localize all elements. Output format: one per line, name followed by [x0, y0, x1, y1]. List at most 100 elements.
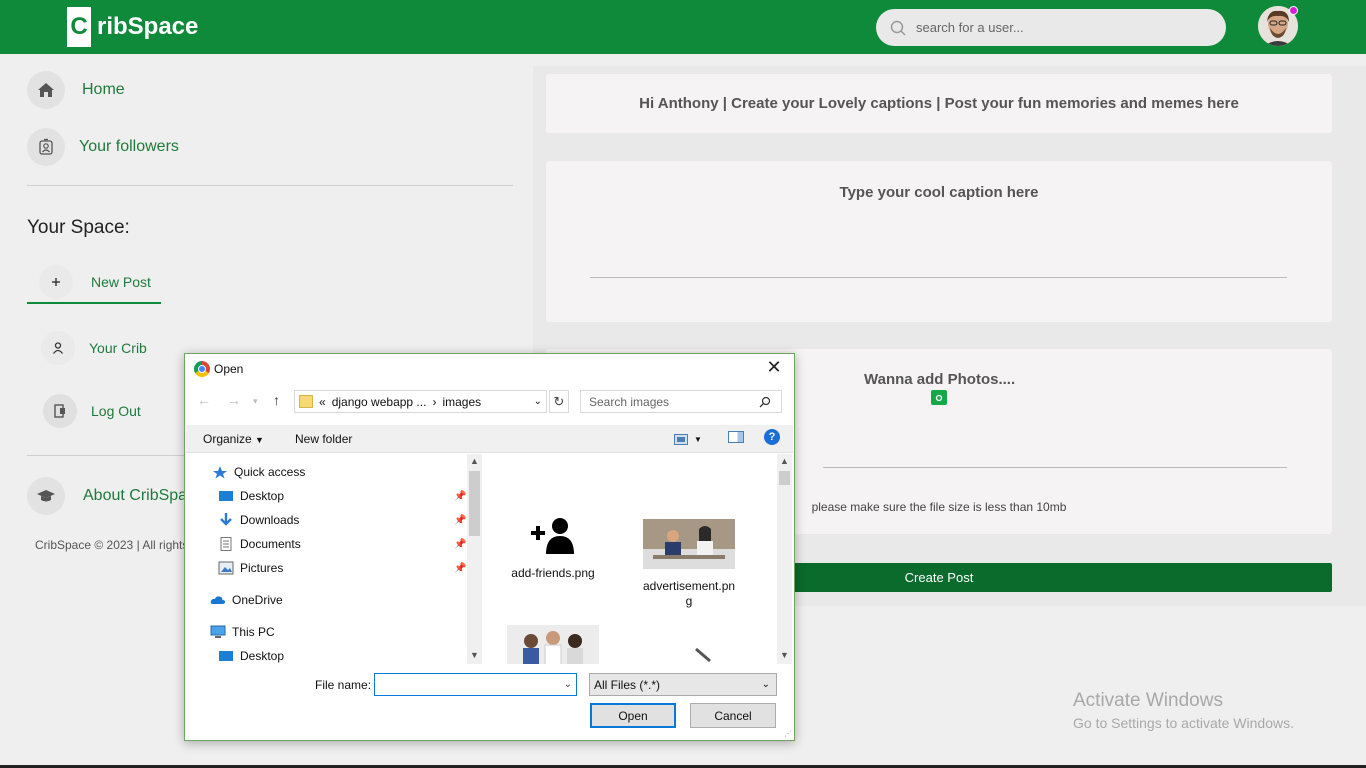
scroll-up-icon[interactable]: ▲	[780, 456, 789, 466]
file-type-select[interactable]: All Files (*.*) ⌄	[589, 673, 777, 696]
scroll-down-icon[interactable]: ▼	[470, 650, 479, 660]
scrollbar-thumb[interactable]	[779, 471, 790, 485]
path-separator: ›	[432, 394, 437, 409]
download-icon	[220, 513, 232, 526]
chevron-down-icon[interactable]: ⌄	[534, 396, 542, 407]
dialog-toolbar: Organize ▼ New folder ▼ ?	[186, 425, 793, 453]
tree-item-this-pc[interactable]: This PC	[210, 625, 275, 639]
close-icon[interactable]: ✕	[764, 357, 784, 378]
new-folder-button[interactable]: New folder	[295, 432, 352, 446]
dialog-title: Open	[214, 362, 244, 376]
sidebar-item-log-out[interactable]: Log Out	[43, 394, 141, 428]
chrome-icon	[194, 361, 210, 377]
tree-item-onedrive[interactable]: OneDrive	[210, 593, 283, 607]
scrollbar-thumb[interactable]	[469, 471, 480, 536]
tree-label: This PC	[232, 625, 275, 639]
tree-label: Desktop	[240, 489, 285, 503]
pin-icon[interactable]: 📌	[454, 491, 466, 502]
pin-icon[interactable]: 📌	[454, 515, 466, 526]
open-file-dialog: Open ✕ ← → ▾ ↑ « django webapp ... › ima…	[184, 353, 795, 741]
sidebar-item-home[interactable]: Home	[27, 71, 125, 109]
tree-label: Pictures	[240, 561, 284, 575]
sidebar-item-followers[interactable]: Your followers	[27, 128, 179, 166]
path-prefix: «	[319, 394, 326, 409]
open-button[interactable]: Open	[590, 703, 676, 728]
tree-item-desktop[interactable]: Desktop	[218, 649, 284, 663]
search-icon	[759, 396, 771, 407]
tree-label: Documents	[240, 537, 301, 551]
refresh-icon[interactable]: ↻	[549, 390, 569, 413]
dialog-search-box[interactable]	[580, 390, 782, 413]
organize-menu[interactable]: Organize ▼	[203, 432, 264, 446]
path-current[interactable]: images	[442, 395, 481, 409]
file-item-add-friends[interactable]: add-friends.png	[507, 516, 599, 581]
pictures-icon	[218, 561, 234, 575]
greeting-panel: Hi Anthony | Create your Lovely captions…	[546, 74, 1332, 133]
plus-icon	[39, 265, 73, 299]
team-photo-thumbnail	[507, 625, 599, 664]
active-underline	[27, 302, 161, 304]
top-navbar: C ribSpace	[0, 0, 1366, 54]
sidebar-item-your-crib[interactable]: Your Crib	[41, 331, 147, 365]
file-name: advertisement.pn g	[643, 579, 736, 608]
pin-icon[interactable]: 📌	[454, 563, 466, 574]
scroll-up-icon[interactable]: ▲	[470, 456, 479, 466]
tree-item-quick-access[interactable]: Quick access	[212, 465, 305, 479]
recent-locations-icon[interactable]: ▾	[253, 396, 258, 407]
chevron-down-icon: ▼	[255, 435, 264, 445]
watermark-line-2: Go to Settings to activate Windows.	[1073, 715, 1294, 731]
resize-grip-icon[interactable]: ⋰	[784, 729, 792, 738]
cancel-button[interactable]: Cancel	[690, 703, 776, 728]
logo-letter: C	[67, 7, 91, 47]
user-search-input[interactable]	[916, 20, 1196, 35]
caption-input-line[interactable]	[590, 277, 1287, 278]
file-item-team-photo[interactable]	[507, 625, 599, 664]
file-item-advertisement[interactable]: advertisement.pn g	[643, 504, 735, 624]
windows-activation-watermark: Activate Windows Go to Settings to activ…	[1073, 690, 1294, 731]
organize-label: Organize	[203, 432, 252, 446]
logout-icon	[43, 394, 77, 428]
tree-item-pictures[interactable]: Pictures	[218, 561, 283, 575]
sidebar-item-label: New Post	[91, 274, 151, 290]
sidebar-item-label: Home	[82, 81, 125, 98]
tree-item-downloads[interactable]: Downloads	[218, 513, 299, 527]
tree-label: Downloads	[240, 513, 300, 527]
address-bar[interactable]: « django webapp ... › images ⌄	[294, 390, 547, 413]
help-icon[interactable]: ?	[764, 429, 780, 445]
scroll-down-icon[interactable]: ▼	[780, 650, 789, 660]
tree-item-desktop[interactable]: Desktop	[218, 489, 284, 503]
back-arrow-icon[interactable]: ←	[197, 392, 211, 408]
tree-scrollbar[interactable]: ▲ ▼	[467, 454, 482, 664]
logo[interactable]: C ribSpace	[67, 7, 198, 47]
tree-item-documents[interactable]: Documents	[218, 537, 301, 551]
folder-icon	[299, 395, 313, 408]
sidebar-item-about[interactable]: About CribSpace	[27, 477, 204, 515]
pin-icon[interactable]: 📌	[454, 539, 466, 550]
desktop-icon	[219, 651, 233, 661]
path-parent[interactable]: django webapp ...	[332, 395, 427, 409]
forward-arrow-icon[interactable]: →	[227, 392, 241, 408]
caption-panel[interactable]: Type your cool caption here	[546, 161, 1332, 322]
file-list-scrollbar[interactable]: ▲ ▼	[777, 454, 792, 664]
document-icon	[220, 537, 232, 551]
chevron-down-icon: ⌄	[761, 679, 770, 690]
file-item-partial[interactable]	[659, 647, 751, 664]
user-search-bar[interactable]	[876, 9, 1226, 46]
preview-pane-icon[interactable]	[728, 431, 744, 443]
chevron-down-icon[interactable]: ⌄	[564, 679, 572, 690]
navigation-tree: Quick access Desktop 📌 Downloads 📌 Docum…	[186, 454, 468, 664]
camera-icon[interactable]	[931, 390, 947, 405]
up-arrow-icon[interactable]: ↑	[273, 392, 280, 408]
sidebar-item-new-post[interactable]: New Post	[39, 265, 151, 299]
computer-icon	[210, 625, 226, 638]
home-icon	[27, 71, 65, 109]
pencil-thumbnail	[695, 647, 711, 663]
logo-text: ribSpace	[97, 13, 199, 40]
file-input-line[interactable]	[823, 467, 1287, 468]
view-options-button[interactable]: ▼	[674, 431, 702, 447]
caption-placeholder: Type your cool caption here	[839, 184, 1039, 201]
file-type-value: All Files (*.*)	[594, 677, 661, 692]
your-space-title: Your Space:	[27, 217, 130, 238]
file-name-input[interactable]: ⌄	[374, 673, 577, 696]
dialog-search-input[interactable]	[589, 394, 759, 409]
